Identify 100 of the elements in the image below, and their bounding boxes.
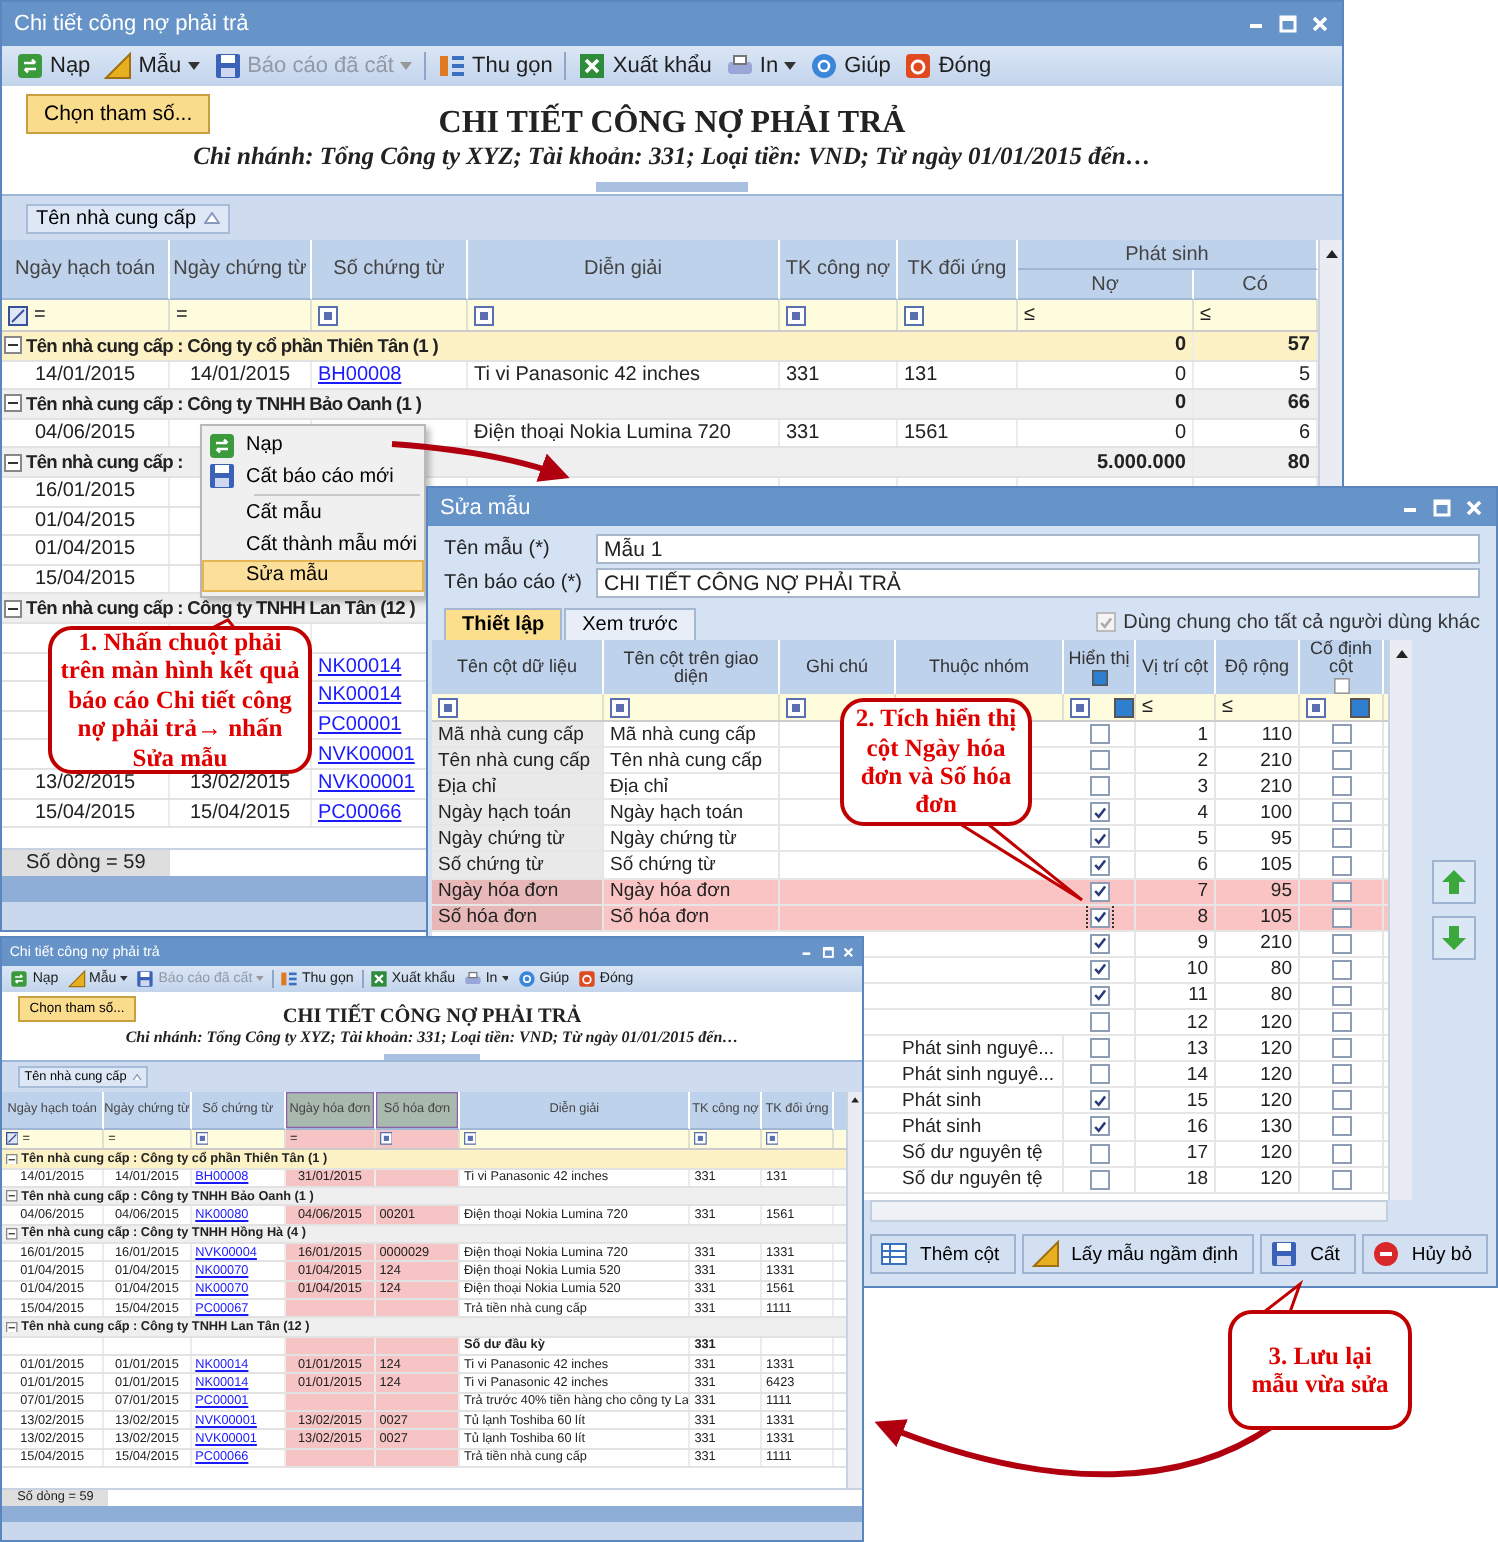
collapse-toggle-icon[interactable]	[5, 1190, 18, 1203]
checkbox[interactable]	[1089, 855, 1109, 876]
close-icon[interactable]	[841, 945, 855, 959]
checkbox[interactable]	[1089, 959, 1109, 980]
dialog-button[interactable]: Cất	[1260, 1234, 1356, 1274]
checkbox[interactable]	[1089, 881, 1109, 902]
group-chip[interactable]: Tên nhà cung cấp	[26, 203, 231, 233]
group-row[interactable]: Tên nhà cung cấp : Công ty cổ phần Thiên Tân (1 ) 0 57	[2, 332, 1318, 362]
checkbox[interactable]	[1089, 1116, 1109, 1137]
checkbox[interactable]	[1089, 776, 1109, 797]
checkbox[interactable]	[1331, 959, 1351, 980]
filter-editor-icon[interactable]	[5, 1132, 19, 1146]
input-field[interactable]: CHI TIẾT CÔNG NỢ PHẢI TRẢ	[596, 568, 1480, 598]
filter-operator[interactable]: =	[176, 304, 188, 326]
filter-icon[interactable]	[904, 305, 924, 325]
toolbar-button[interactable]: Thu gọn	[431, 50, 559, 82]
filter-icon[interactable]	[610, 697, 630, 717]
dialog-button[interactable]: Thêm cột	[870, 1234, 1016, 1274]
close-icon[interactable]	[1310, 14, 1330, 34]
voucher-link[interactable]: BH00008	[318, 363, 402, 386]
tab[interactable]: Thiết lập	[444, 608, 563, 640]
collapse-toggle-icon[interactable]	[4, 336, 22, 355]
move-down-button[interactable]	[1432, 916, 1476, 960]
checkbox[interactable]	[1089, 1064, 1109, 1085]
filter-icon[interactable]	[379, 1132, 393, 1146]
checkbox[interactable]	[1089, 1012, 1109, 1033]
collapse-toggle-icon[interactable]	[5, 1321, 18, 1333]
checkbox[interactable]	[1331, 1116, 1351, 1137]
checkbox[interactable]	[1331, 985, 1351, 1006]
splitter-handle[interactable]	[383, 1053, 481, 1060]
move-up-button[interactable]	[1432, 860, 1476, 904]
dialog-button[interactable]: Lấy mẫu ngầm định	[1021, 1234, 1255, 1274]
dialog-button[interactable]: Hủy bỏ	[1361, 1234, 1488, 1274]
collapse-toggle-icon[interactable]	[5, 1153, 18, 1165]
checkbox[interactable]	[1331, 907, 1351, 928]
checkbox[interactable]	[1089, 1090, 1109, 1111]
filter-icon[interactable]	[694, 1132, 708, 1146]
checkbox[interactable]	[1331, 881, 1351, 902]
filter-operator[interactable]: ≤	[1024, 304, 1035, 326]
checkbox[interactable]	[1089, 933, 1109, 954]
table-row[interactable]: 14/01/2015 14/01/2015 BH00008 Ti vi Panasonic 42 inches 331 131 0 5	[2, 361, 1318, 391]
checkbox[interactable]	[1331, 802, 1351, 823]
voucher-link[interactable]: PC00066	[318, 801, 402, 824]
voucher-link[interactable]: PC00001	[318, 714, 402, 737]
maximize-icon[interactable]	[821, 945, 834, 959]
filter-icon[interactable]	[786, 305, 806, 325]
toolbar-button[interactable]: Đóng	[898, 50, 998, 82]
voucher-link[interactable]: NVK00001	[318, 743, 415, 766]
checkbox[interactable]	[1331, 855, 1351, 876]
filter-icon[interactable]	[766, 1132, 779, 1146]
scroll-up-icon[interactable]	[1393, 648, 1409, 660]
checkbox[interactable]	[1331, 750, 1351, 771]
menu-item[interactable]: Cất thành mẫu mới	[202, 529, 424, 560]
select-all-icon[interactable]	[1091, 669, 1107, 685]
scroll-up-icon[interactable]	[850, 1096, 861, 1104]
vertical-scrollbar[interactable]	[1388, 640, 1412, 1200]
horizontal-scrollbar[interactable]	[2, 1506, 862, 1523]
checkbox[interactable]	[1331, 933, 1351, 954]
group-row[interactable]: Tên nhà cung cấp : Công ty TNHH Bảo Oanh (1 ) 0 66	[2, 390, 1318, 420]
filter-operator[interactable]: ≤	[1142, 696, 1153, 718]
checkbox[interactable]	[1331, 1012, 1351, 1033]
collapse-toggle-icon[interactable]	[5, 1227, 18, 1240]
maximize-icon[interactable]	[1278, 14, 1298, 34]
toolbar-button[interactable]: Giúp	[804, 50, 897, 82]
voucher-link[interactable]: NK00014	[318, 655, 402, 678]
checkbox[interactable]	[1089, 1038, 1109, 1059]
filter-icon[interactable]	[195, 1132, 208, 1146]
vertical-scrollbar[interactable]	[846, 1091, 862, 1488]
horizontal-scrollbar[interactable]	[870, 1200, 1388, 1222]
checkbox[interactable]	[1331, 1143, 1351, 1164]
checkbox[interactable]	[1089, 724, 1109, 745]
checkbox[interactable]	[1331, 1090, 1351, 1111]
checkbox[interactable]	[1089, 1169, 1109, 1190]
input-field[interactable]: Mẫu 1	[596, 534, 1480, 564]
filter-operator[interactable]: ≤	[1222, 696, 1233, 718]
splitter-handle[interactable]	[596, 182, 748, 192]
checkbox[interactable]	[1089, 802, 1109, 823]
toolbar-button[interactable]: Nạp	[10, 50, 97, 82]
checkbox[interactable]	[1331, 828, 1351, 849]
filter-icon[interactable]	[318, 305, 338, 325]
maximize-icon[interactable]	[1432, 497, 1452, 517]
filter-icon[interactable]	[1306, 697, 1326, 717]
checkbox[interactable]	[1331, 1038, 1351, 1059]
check-filter-icon[interactable]	[1114, 697, 1134, 717]
checkbox[interactable]	[1089, 750, 1109, 771]
collapse-toggle-icon[interactable]	[4, 453, 22, 472]
voucher-link[interactable]: NK00014	[318, 684, 402, 707]
filter-icon[interactable]	[786, 697, 806, 717]
menu-item[interactable]: Cất mẫu	[202, 498, 424, 529]
toolbar-button[interactable]: In	[719, 50, 803, 82]
parameter-button[interactable]: Chọn tham số...	[26, 94, 211, 134]
checkbox[interactable]	[1089, 907, 1109, 928]
select-all-icon[interactable]	[1333, 678, 1349, 694]
scroll-up-icon[interactable]	[1323, 248, 1339, 260]
filter-editor-icon[interactable]	[8, 305, 28, 325]
filter-icon[interactable]	[474, 305, 494, 325]
checkbox[interactable]	[1089, 828, 1109, 849]
filter-operator[interactable]: =	[34, 304, 46, 326]
filter-icon[interactable]	[1070, 697, 1090, 717]
menu-item[interactable]: Sửa mẫu	[202, 560, 424, 591]
